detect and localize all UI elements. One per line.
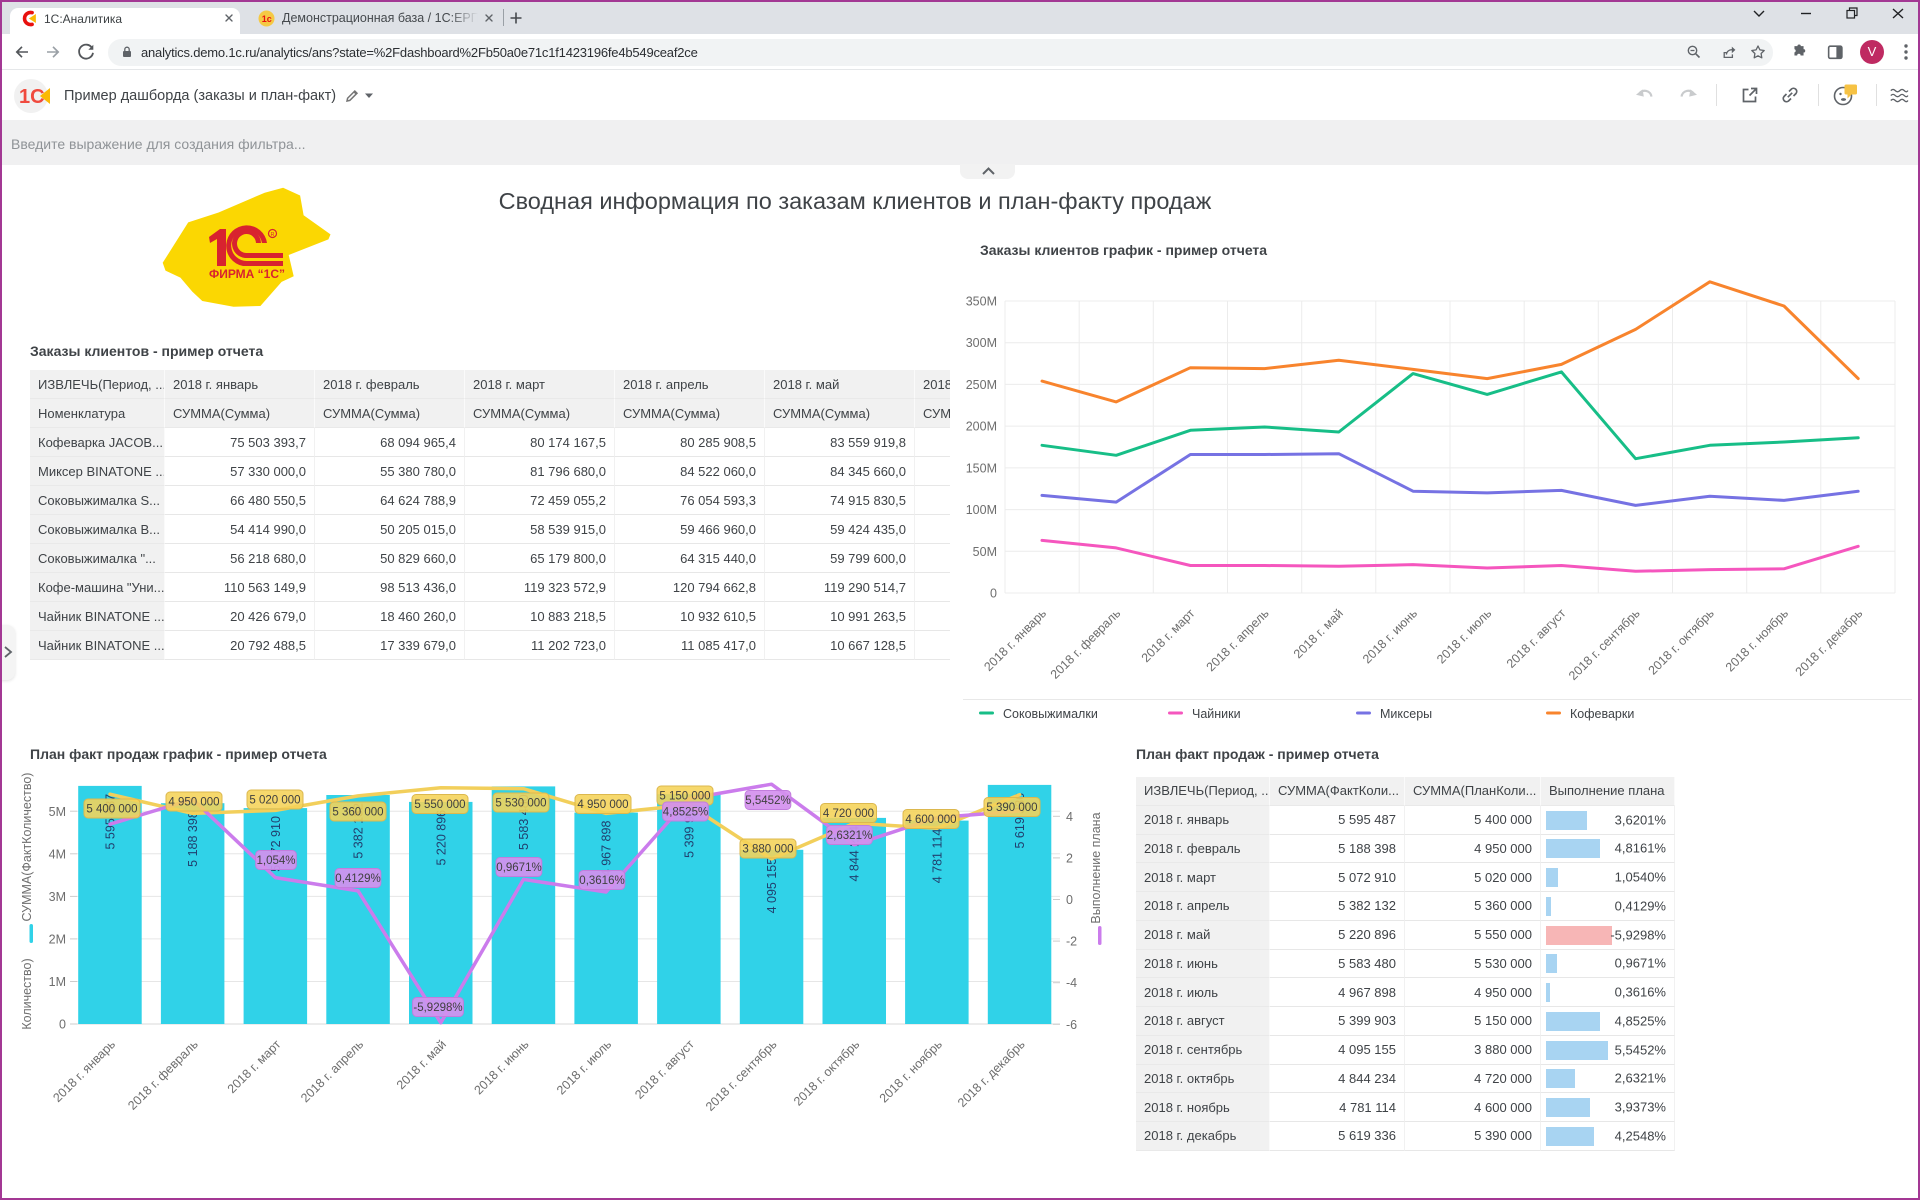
svg-text:1с: 1с xyxy=(262,14,272,24)
svg-text:2018 г. август: 2018 г. август xyxy=(1504,606,1569,671)
svg-text:-6: -6 xyxy=(1066,1018,1077,1032)
svg-text:2: 2 xyxy=(1066,851,1073,865)
svg-text:5,5452%: 5,5452% xyxy=(745,795,790,807)
svg-text:50M: 50M xyxy=(973,545,997,559)
svg-text:2018 г. декабрь: 2018 г. декабрь xyxy=(1793,606,1866,679)
svg-text:3M: 3M xyxy=(49,890,66,904)
svg-text:2018 г. сентябрь: 2018 г. сентябрь xyxy=(1566,606,1643,683)
svg-text:2018 г. ноябрь: 2018 г. ноябрь xyxy=(1723,606,1791,674)
svg-text:-5,9298%: -5,9298% xyxy=(413,1002,462,1014)
svg-text:2018 г. январь: 2018 г. январь xyxy=(981,606,1049,674)
svg-text:150M: 150M xyxy=(966,461,997,475)
svg-text:2018 г. сентябрь: 2018 г. сентябрь xyxy=(703,1037,780,1114)
svg-text:2018 г. август: 2018 г. август xyxy=(632,1037,697,1102)
svg-text:2M: 2M xyxy=(49,932,66,946)
svg-text:R: R xyxy=(271,232,275,238)
svg-text:4 967 898: 4 967 898 xyxy=(600,821,614,877)
svg-text:5 550 000: 5 550 000 xyxy=(414,799,465,811)
svg-text:300M: 300M xyxy=(966,336,997,350)
svg-text:2018 г. май: 2018 г. май xyxy=(394,1037,449,1092)
svg-text:ФИРМА “1С”: ФИРМА “1С” xyxy=(209,267,285,281)
svg-text:5 150 000: 5 150 000 xyxy=(659,790,710,802)
svg-text:200M: 200M xyxy=(966,420,997,434)
svg-text:2018 г. июль: 2018 г. июль xyxy=(554,1037,614,1097)
svg-text:0,4129%: 0,4129% xyxy=(335,873,380,885)
svg-text:4 950 000: 4 950 000 xyxy=(577,799,628,811)
svg-text:0,3616%: 0,3616% xyxy=(579,875,624,887)
svg-text:2018 г. февраль: 2018 г. февраль xyxy=(125,1037,201,1113)
svg-text:Кофеварки: Кофеварки xyxy=(1570,707,1634,721)
svg-text:4 720 000: 4 720 000 xyxy=(823,808,874,820)
svg-text:Соковыжималки: Соковыжималки xyxy=(1003,707,1098,721)
svg-text:2018 г. январь: 2018 г. январь xyxy=(50,1037,118,1105)
svg-text:СУММА(ФактКоличество): СУММА(ФактКоличество) xyxy=(20,773,34,922)
svg-text:Чайники: Чайники xyxy=(1192,707,1241,721)
svg-text:4 600 000: 4 600 000 xyxy=(905,814,956,826)
svg-text:1,054%: 1,054% xyxy=(256,855,295,867)
svg-text:5 360 000: 5 360 000 xyxy=(332,806,383,818)
svg-text:5 400 000: 5 400 000 xyxy=(86,803,137,815)
svg-text:-4: -4 xyxy=(1066,976,1077,990)
svg-text:5 390 000: 5 390 000 xyxy=(986,802,1037,814)
svg-text:Выполнение плана: Выполнение плана xyxy=(1089,812,1103,923)
svg-text:2018 г. март: 2018 г. март xyxy=(1139,606,1198,665)
svg-text:1С: 1С xyxy=(19,86,45,108)
svg-text:5 188 398: 5 188 398 xyxy=(186,811,200,867)
svg-text:0: 0 xyxy=(59,1018,66,1032)
svg-text:2018 г. июнь: 2018 г. июнь xyxy=(1360,606,1420,666)
svg-text:Миксеры: Миксеры xyxy=(1380,707,1432,721)
svg-text:4,8525%: 4,8525% xyxy=(663,806,708,818)
svg-text:5 020 000: 5 020 000 xyxy=(249,794,300,806)
svg-text:5M: 5M xyxy=(49,805,66,819)
svg-text:0: 0 xyxy=(990,587,997,601)
svg-text:2018 г. апрель: 2018 г. апрель xyxy=(1204,606,1272,674)
svg-text:2018 г. февраль: 2018 г. февраль xyxy=(1048,606,1124,682)
svg-text:2,6321%: 2,6321% xyxy=(827,830,872,842)
svg-text:2018 г. апрель: 2018 г. апрель xyxy=(298,1037,366,1105)
svg-text:2018 г. июль: 2018 г. июль xyxy=(1434,606,1494,666)
svg-text:0: 0 xyxy=(1066,893,1073,907)
svg-text:1M: 1M xyxy=(49,975,66,989)
svg-text:2018 г. июнь: 2018 г. июнь xyxy=(471,1037,531,1097)
svg-text:4 781 114: 4 781 114 xyxy=(930,829,944,884)
svg-text:5 220 896: 5 220 896 xyxy=(434,810,448,866)
svg-text:250M: 250M xyxy=(966,378,997,392)
svg-text:Количество): Количество) xyxy=(20,958,34,1029)
svg-text:0,9671%: 0,9671% xyxy=(496,862,541,874)
svg-text:5 530 000: 5 530 000 xyxy=(495,797,546,809)
svg-text:3 880 000: 3 880 000 xyxy=(742,843,793,855)
svg-text:2018 г. май: 2018 г. май xyxy=(1291,606,1346,661)
svg-text:2018 г. декабрь: 2018 г. декабрь xyxy=(955,1037,1028,1110)
svg-text:350M: 350M xyxy=(966,295,997,309)
svg-text:2018 г. октябрь: 2018 г. октябрь xyxy=(791,1037,862,1108)
svg-text:-2: -2 xyxy=(1066,935,1077,949)
svg-text:100M: 100M xyxy=(966,503,997,517)
svg-text:2018 г. март: 2018 г. март xyxy=(225,1037,284,1096)
svg-text:4 095 155: 4 095 155 xyxy=(765,858,779,914)
svg-text:2018 г. октябрь: 2018 г. октябрь xyxy=(1646,606,1717,677)
svg-text:4: 4 xyxy=(1066,810,1073,824)
svg-text:4 950 000: 4 950 000 xyxy=(168,796,219,808)
svg-text:2018 г. ноябрь: 2018 г. ноябрь xyxy=(877,1037,945,1105)
svg-text:4M: 4M xyxy=(49,847,66,861)
